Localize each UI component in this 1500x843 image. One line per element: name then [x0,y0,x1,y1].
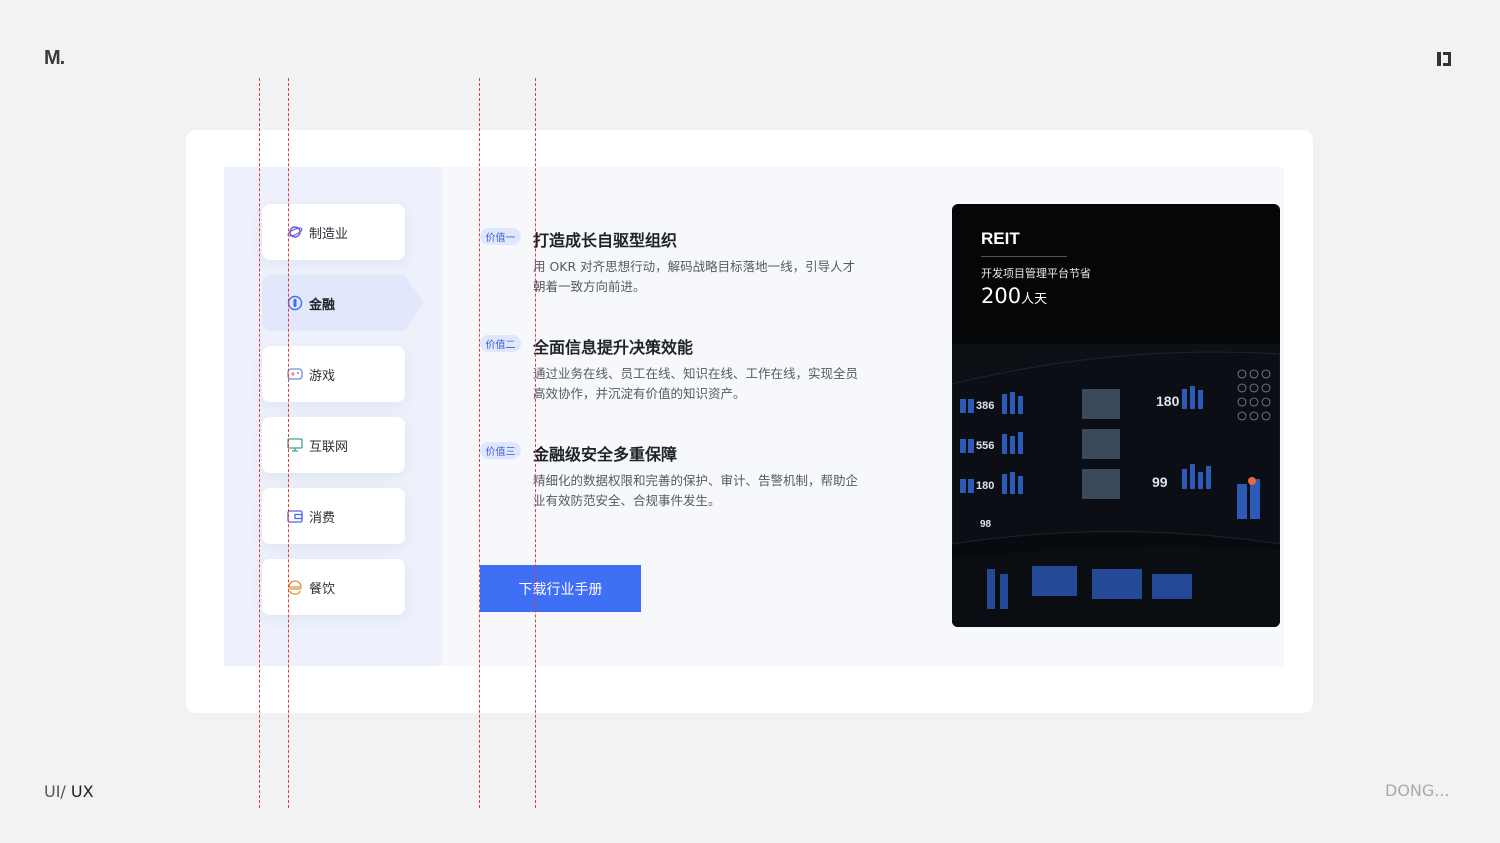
sidebar-item-internet[interactable]: 互联网 [262,417,405,473]
food-icon [287,579,303,595]
case-metric: 200人天 [981,284,1047,308]
screen-number: 180 [1156,393,1180,409]
guide-line [259,78,260,808]
sidebar-item-finance[interactable]: 金融 [262,275,424,331]
value-title: 全面信息提升决策效能 [533,338,694,357]
sidebar-item-catering[interactable]: 餐饮 [262,559,405,615]
value-description: 精细化的数据权限和完善的保护、审计、告警机制，帮助企业有效防范安全、合规事件发生… [533,473,859,508]
monitor-icon [287,437,303,453]
value-title: 打造成长自驱型组织 [533,231,678,250]
sidebar-item-label: 制造业 [309,226,349,242]
footer-category-suffix: UX [70,782,94,801]
screen-number: 556 [976,440,994,452]
sidebar-item-label: 游戏 [309,368,336,384]
sidebar-item-label: 金融 [309,297,336,313]
screen-number: 99 [1152,474,1168,490]
value-tag: 价值三 [480,442,521,459]
value-tag: 价值一 [480,228,521,245]
sidebar-item-manufacturing[interactable]: 制造业 [262,204,405,260]
industry-card: 制造业 金融 游戏 互联网 消费 餐饮 价值一 打造成长自驱型组织 用 OKR … [186,130,1313,713]
layout-toggle-icon[interactable] [1436,51,1452,67]
value-tag: 价值二 [480,335,521,352]
divider [981,256,1067,257]
footer-category-prefix: UI/ [44,782,66,801]
case-metric-unit: 人天 [1021,292,1048,307]
coin-icon [287,295,303,311]
gamepad-icon [287,366,303,382]
case-metric-number: 200 [981,284,1022,308]
wallet-icon [287,508,303,524]
sidebar-item-label: 消费 [309,510,336,526]
value-title: 金融级安全多重保障 [533,445,678,464]
value-description: 通过业务在线、员工在线、知识在线、工作在线，实现全员高效协作，并沉淀有价值的知识… [533,366,859,401]
content-area: 制造业 金融 游戏 互联网 消费 餐饮 价值一 打造成长自驱型组织 用 OKR … [224,167,1284,666]
footer-author: DONG... [1385,781,1450,800]
screen-number: 98 [980,519,992,530]
dashboard-wall-illustration: 386 556 180 98 180 99 [952,344,1280,627]
footer-category: UI/ UX [44,782,94,801]
guide-line [288,78,289,808]
download-handbook-button[interactable]: 下载行业手册 [480,565,641,612]
logo: M. [44,47,65,69]
sidebar-item-label: 互联网 [309,439,349,455]
sidebar-item-games[interactable]: 游戏 [262,346,405,402]
guide-line [535,78,536,808]
industry-sidebar: 制造业 金融 游戏 互联网 消费 餐饮 [224,167,442,666]
screen-number: 180 [976,480,994,492]
case-study-image: REIT 开发项目管理平台节省 200人天 386 556 180 98 180… [952,204,1280,627]
case-brand-logo: REIT [981,229,1020,248]
value-description: 用 OKR 对齐思想行动，解码战略目标落地一线，引导人才朝着一致方向前进。 [533,259,856,294]
planet-icon [287,224,303,240]
guide-line [479,78,480,808]
sidebar-item-consumer[interactable]: 消费 [262,488,405,544]
sidebar-item-label: 餐饮 [309,581,336,597]
screen-number: 386 [976,400,994,412]
case-caption: 开发项目管理平台节省 [981,267,1091,280]
